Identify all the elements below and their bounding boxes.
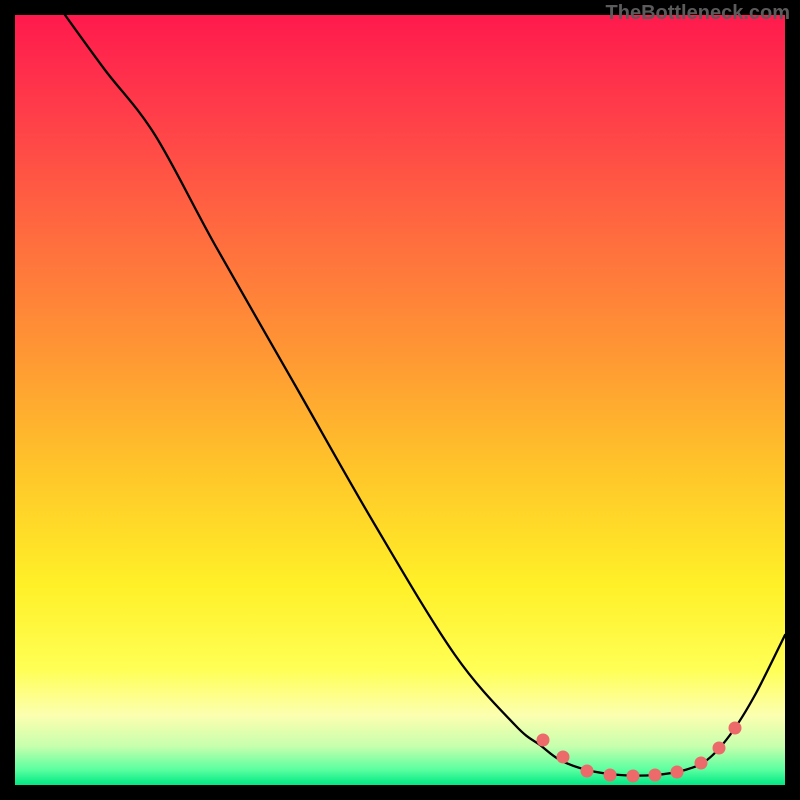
plot-area	[15, 15, 785, 785]
heatmap-bg	[15, 15, 785, 785]
watermark-text: TheBottleneck.com	[606, 2, 790, 25]
chart-frame: TheBottleneck.com	[0, 0, 800, 800]
